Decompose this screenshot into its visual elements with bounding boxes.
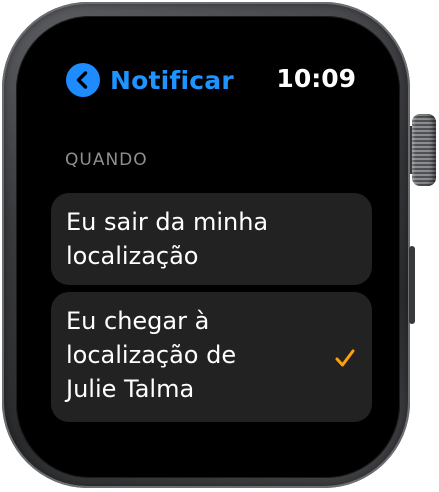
digital-crown[interactable]: [412, 114, 436, 186]
option-leave-location[interactable]: Eu sair da minha localização: [51, 193, 372, 285]
chevron-left-icon: [66, 63, 100, 97]
checkmark-icon: [335, 349, 355, 367]
back-button[interactable]: Notificar: [66, 60, 234, 100]
status-bar: Notificar 10:09: [66, 60, 356, 100]
clock-time: 10:09: [276, 64, 356, 93]
side-button[interactable]: [409, 246, 415, 324]
section-header: QUANDO: [65, 150, 148, 170]
option-arrive-location[interactable]: Eu chegar à localização de Julie Talma: [51, 292, 372, 422]
option-label: Eu sair da minha localização: [66, 208, 269, 270]
option-label: Eu chegar à localização de Julie Talma: [66, 307, 237, 403]
apple-watch-device: Notificar 10:09 QUANDO Eu sair da minha …: [0, 0, 439, 492]
back-button-label: Notificar: [110, 65, 234, 95]
